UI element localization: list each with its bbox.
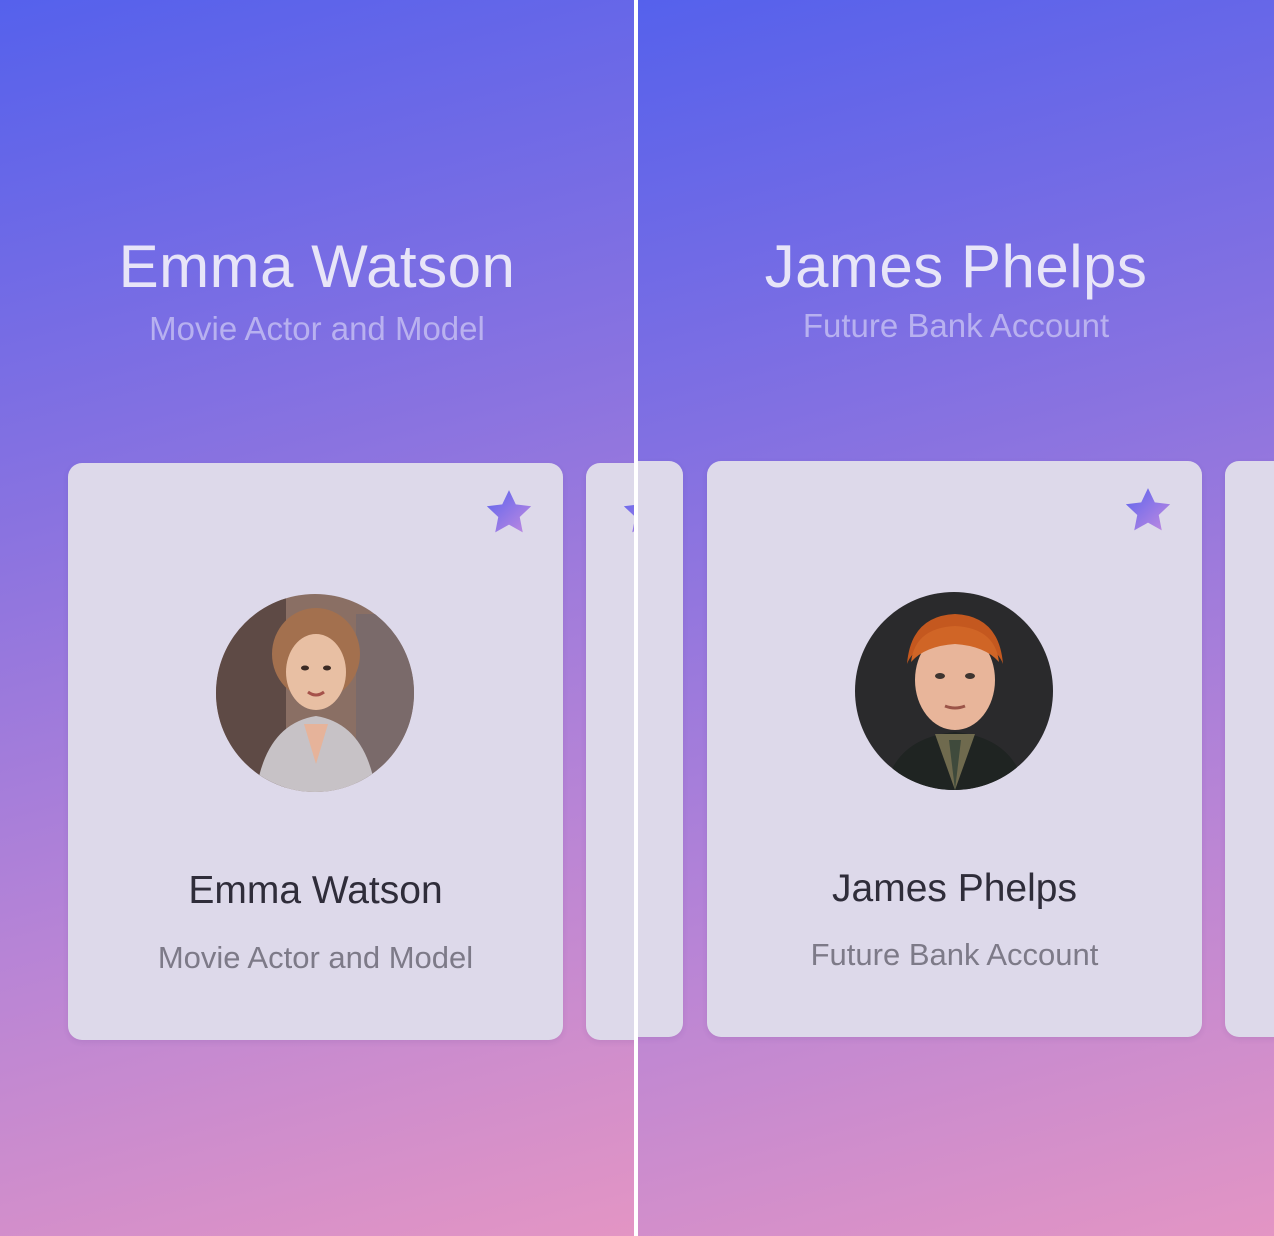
profile-card[interactable]: Emma Watson Movie Actor and Model	[68, 463, 563, 1040]
avatar	[216, 594, 414, 792]
next-card-peek[interactable]	[1225, 461, 1274, 1037]
previous-card-peek[interactable]	[638, 461, 683, 1037]
card-subtitle: Movie Actor and Model	[157, 940, 474, 975]
header-title: James Phelps	[764, 233, 1148, 300]
header-subtitle: Future Bank Account	[802, 307, 1110, 344]
header-title: Emma Watson	[118, 233, 516, 300]
star-icon[interactable]	[481, 485, 537, 541]
screen-right: James Phelps Future Bank Account James P…	[638, 0, 1274, 1236]
star-icon[interactable]	[1120, 483, 1176, 539]
star-icon	[623, 505, 634, 533]
header-subtitle: Movie Actor and Model	[149, 310, 485, 347]
avatar-photo	[855, 592, 1053, 790]
screen-left: Emma Watson Movie Actor and Model Emma W…	[0, 0, 634, 1236]
card-name: James Phelps	[832, 867, 1077, 910]
next-card-peek[interactable]	[586, 463, 634, 1040]
card-subtitle: Future Bank Account	[810, 937, 1099, 972]
card-name: Emma Watson	[188, 869, 443, 912]
avatar-photo	[216, 594, 414, 792]
profile-card[interactable]: James Phelps Future Bank Account	[707, 461, 1202, 1037]
avatar	[855, 592, 1053, 790]
